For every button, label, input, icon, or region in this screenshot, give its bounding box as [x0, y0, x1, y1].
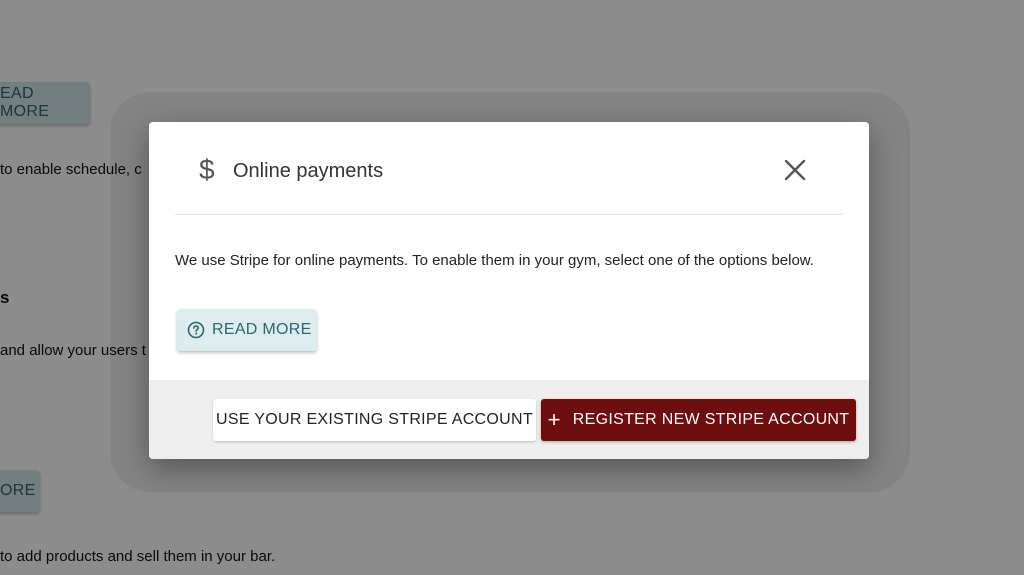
read-more-button[interactable]: READ MORE	[177, 309, 317, 351]
register-new-stripe-account-button[interactable]: + REGISTER NEW STRIPE ACCOUNT	[541, 399, 856, 441]
dialog-title: Online payments	[233, 160, 384, 182]
use-existing-stripe-account-button[interactable]: USE YOUR EXISTING STRIPE ACCOUNT	[213, 399, 536, 441]
dollar-icon: $	[199, 154, 215, 185]
plus-icon: +	[547, 407, 561, 432]
read-more-label: READ MORE	[212, 321, 312, 338]
dialog-body-text: We use Stripe for online payments. To en…	[175, 252, 814, 269]
close-icon	[784, 159, 806, 181]
register-new-stripe-account-label: REGISTER NEW STRIPE ACCOUNT	[572, 411, 850, 428]
dialog-footer: USE YOUR EXISTING STRIPE ACCOUNT + REGIS…	[149, 380, 869, 459]
dialog-header: $ Online payments	[175, 122, 843, 215]
online-payments-dialog: $ Online payments We use Stripe for onli…	[149, 122, 869, 459]
help-circle-icon	[187, 321, 205, 339]
close-button[interactable]	[781, 156, 809, 184]
use-existing-stripe-account-label: USE YOUR EXISTING STRIPE ACCOUNT	[216, 411, 533, 428]
